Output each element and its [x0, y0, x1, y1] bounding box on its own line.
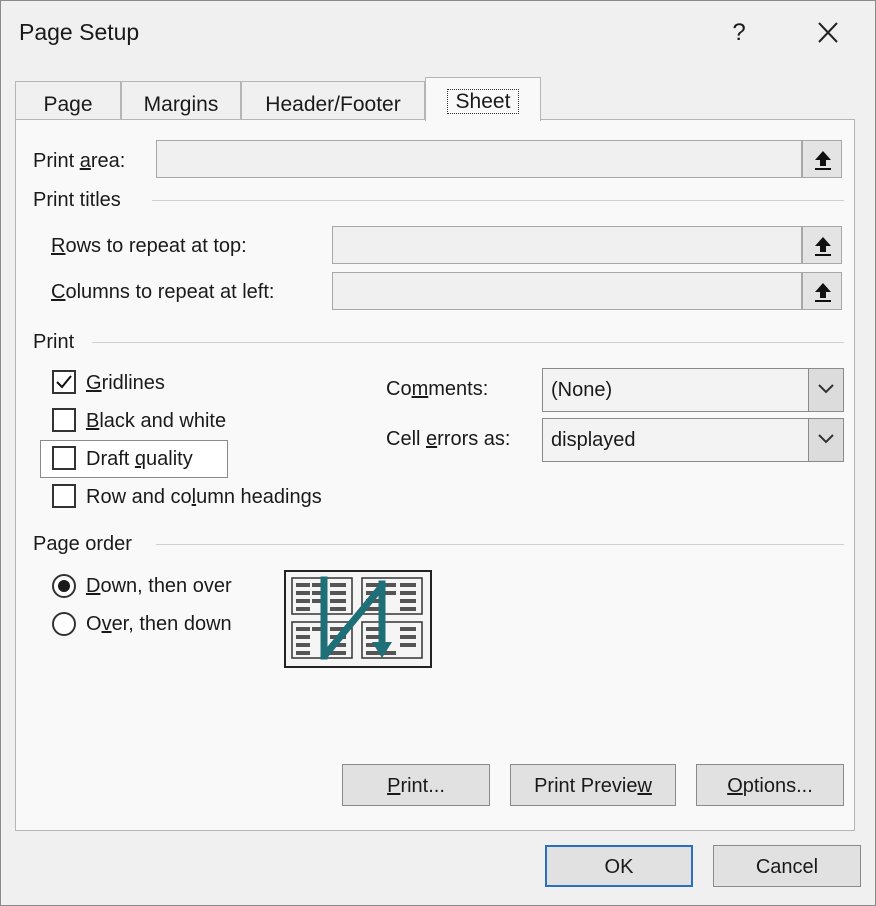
ok-button[interactable]: OK: [545, 845, 693, 887]
page-order-heading: Page order: [33, 533, 132, 555]
page-order-preview: [284, 570, 432, 668]
tab-label: Page: [43, 93, 93, 116]
comments-value: (None): [551, 379, 613, 401]
columns-to-repeat-input[interactable]: [332, 272, 802, 310]
gridlines-label: Gridlines: [86, 372, 165, 394]
cell-errors-value: displayed: [551, 429, 636, 451]
row-column-headings-label: Row and column headings: [86, 486, 322, 508]
print-area-input[interactable]: [156, 140, 802, 178]
rows-collapse-button[interactable]: [802, 226, 842, 264]
print-preview-button[interactable]: Print Preview: [510, 764, 676, 806]
radio-selected-dot: [58, 580, 70, 592]
help-button[interactable]: ?: [721, 15, 757, 51]
collapse-dialog-icon: [815, 151, 831, 170]
print-titles-heading: Print titles: [33, 189, 121, 211]
draft-quality-label: Draft quality: [86, 448, 193, 470]
tab-page[interactable]: Page: [15, 81, 121, 119]
page-setup-dialog: Page Setup ? Page Margins Header/Footer …: [0, 0, 876, 906]
options-button[interactable]: Options...: [696, 764, 844, 806]
rows-to-repeat-input[interactable]: [332, 226, 802, 264]
page-order-diagram-icon: [291, 576, 423, 660]
close-button[interactable]: [807, 15, 849, 51]
tab-sheet[interactable]: Sheet: [425, 77, 541, 121]
title-bar: Page Setup ?: [1, 1, 875, 65]
collapse-dialog-icon: [815, 283, 831, 302]
print-button[interactable]: Print...: [342, 764, 490, 806]
gridlines-checkbox[interactable]: [52, 370, 76, 394]
tab-label: Sheet: [446, 89, 520, 114]
chevron-down-icon: [818, 434, 834, 444]
black-and-white-checkbox[interactable]: [52, 408, 76, 432]
print-area-collapse-button[interactable]: [802, 140, 842, 178]
columns-collapse-button[interactable]: [802, 272, 842, 310]
close-icon: [818, 22, 838, 43]
tab-header-footer[interactable]: Header/Footer: [241, 81, 425, 119]
dialog-title: Page Setup: [19, 19, 140, 45]
tab-label: Header/Footer: [265, 93, 401, 116]
cell-errors-label: Cell errors as:: [386, 428, 511, 450]
print-heading: Print: [33, 331, 75, 353]
cell-errors-select[interactable]: displayed: [542, 418, 844, 462]
tab-label: Margins: [143, 93, 219, 116]
cancel-button[interactable]: Cancel: [713, 845, 861, 887]
sheet-tab-panel: Print area: Print titles Rows to repeat …: [15, 119, 855, 831]
rows-to-repeat-label: Rows to repeat at top:: [51, 235, 247, 257]
dropdown-button[interactable]: [808, 419, 843, 461]
comments-select[interactable]: (None): [542, 368, 844, 412]
chevron-down-icon: [818, 384, 834, 394]
group-divider: [92, 342, 844, 343]
dropdown-button[interactable]: [808, 369, 843, 411]
group-divider: [156, 544, 844, 545]
columns-to-repeat-label: Columns to repeat at left:: [51, 281, 275, 303]
comments-label: Comments:: [386, 378, 489, 400]
over-then-down-radio[interactable]: [52, 612, 76, 636]
print-area-label: Print area:: [33, 150, 126, 172]
down-then-over-label: Down, then over: [86, 575, 232, 597]
draft-quality-checkbox[interactable]: [52, 446, 76, 470]
over-then-down-label: Over, then down: [86, 613, 232, 635]
group-divider: [152, 200, 844, 201]
tab-margins[interactable]: Margins: [121, 81, 241, 119]
down-then-over-radio[interactable]: [52, 574, 76, 598]
tab-strip: Page Margins Header/Footer Sheet: [15, 77, 855, 121]
row-column-headings-checkbox[interactable]: [52, 484, 76, 508]
collapse-dialog-icon: [815, 237, 831, 256]
black-and-white-label: Black and white: [86, 410, 227, 432]
checkmark-icon: [56, 375, 72, 389]
